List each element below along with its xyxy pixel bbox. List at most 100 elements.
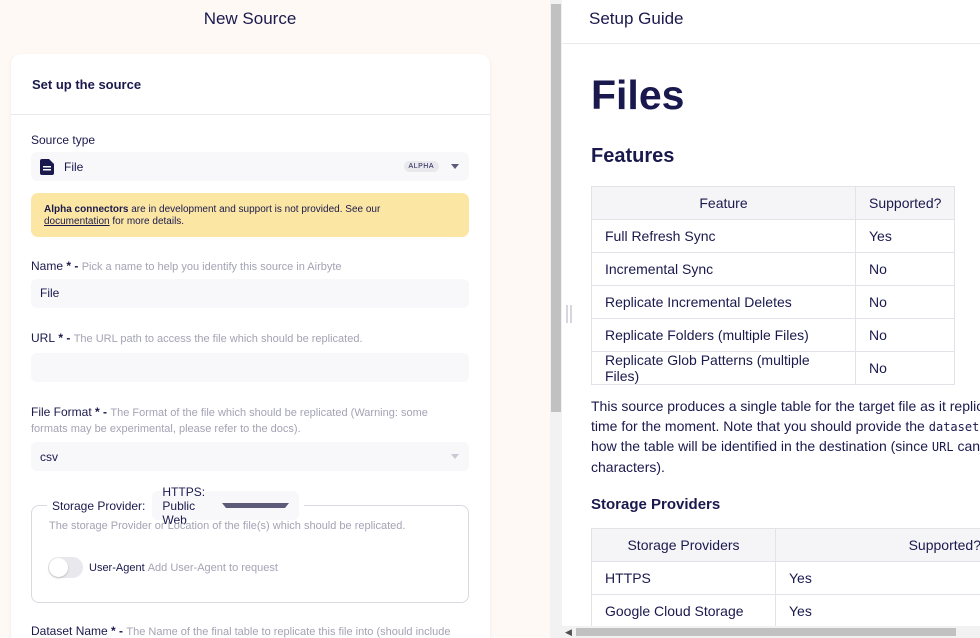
table-row: Full Refresh Sync Yes bbox=[591, 219, 956, 253]
table-cell: Google Cloud Storage bbox=[591, 594, 776, 628]
inline-code: URL bbox=[931, 440, 954, 454]
providers-table: Storage Providers Supported? HTTPS Yes Go… bbox=[591, 528, 980, 628]
warning-text: are in development and support is not pr… bbox=[128, 204, 381, 215]
url-input[interactable] bbox=[31, 353, 469, 382]
table-row: Google Cloud Storage Yes bbox=[591, 594, 980, 628]
chevron-down-icon bbox=[221, 503, 290, 508]
paragraph-line: time for the moment. Note that you shoul… bbox=[591, 417, 929, 434]
toggle-knob bbox=[49, 558, 68, 577]
user-agent-toggle[interactable] bbox=[48, 557, 83, 578]
table-cell: Yes bbox=[775, 594, 980, 628]
doc-heading: Files bbox=[591, 72, 685, 118]
storage-provider-group: Storage Provider: HTTPS: Public Web The … bbox=[31, 485, 469, 603]
left-scrollbar[interactable] bbox=[550, 0, 562, 638]
table-header: Feature bbox=[591, 186, 856, 220]
user-agent-row: User-Agent Add User-Agent to request bbox=[48, 557, 278, 578]
pane-resize-handle[interactable] bbox=[564, 305, 574, 325]
name-input[interactable]: File bbox=[31, 279, 469, 308]
setup-guide-title: Setup Guide bbox=[562, 0, 980, 44]
grip-line bbox=[566, 305, 568, 323]
table-cell: Incremental Sync bbox=[591, 252, 856, 286]
table-cell: Yes bbox=[775, 561, 980, 595]
features-table: Feature Supported? Full Refresh Sync Yes … bbox=[591, 186, 956, 385]
table-cell: Replicate Incremental Deletes bbox=[591, 285, 856, 319]
source-type-value: File bbox=[64, 159, 84, 174]
grip-line bbox=[570, 305, 572, 323]
table-cell: Full Refresh Sync bbox=[591, 219, 856, 253]
storage-provider-header: Storage Provider: HTTPS: Public Web bbox=[47, 485, 305, 527]
table-header: Supported? bbox=[854, 186, 956, 220]
table-row: HTTPS Yes bbox=[591, 561, 980, 595]
name-label-text: Name bbox=[31, 259, 64, 273]
table-header-row: Storage Providers Supported? bbox=[591, 528, 980, 562]
user-agent-hint: Add User-Agent to request bbox=[147, 561, 278, 574]
documentation-link[interactable]: documentation bbox=[44, 216, 110, 227]
table-cell: No bbox=[854, 318, 956, 352]
file-format-value: csv bbox=[40, 449, 58, 464]
guide-document: Files Features Feature Supported? Full R… bbox=[591, 44, 980, 628]
providers-heading: Storage Providers bbox=[591, 496, 721, 513]
url-label: URL * - The URL path to access the file … bbox=[31, 331, 469, 347]
table-row: Incremental Sync No bbox=[591, 252, 956, 286]
inline-code: dataset bbox=[928, 419, 980, 434]
file-format-label-text: File Format bbox=[31, 405, 92, 419]
table-row: Replicate Glob Patterns (multiple Files)… bbox=[591, 351, 956, 385]
description-paragraph: This source produces a single table for … bbox=[591, 397, 980, 477]
table-cell: Replicate Glob Patterns (multiple Files) bbox=[591, 351, 856, 385]
warning-bold: Alpha connectors bbox=[44, 204, 129, 215]
storage-provider-label: Storage Provider: bbox=[52, 498, 146, 513]
dataset-name-label: Dataset Name * - The Name of the final t… bbox=[31, 624, 451, 638]
table-row: Replicate Incremental Deletes No bbox=[591, 285, 956, 319]
user-agent-label: User-Agent bbox=[89, 561, 145, 574]
required-marker: * - bbox=[55, 331, 74, 345]
table-header: Supported? bbox=[775, 528, 980, 562]
paragraph-line: how the table will be identified in the … bbox=[591, 438, 932, 454]
table-cell: Replicate Folders (multiple Files) bbox=[591, 318, 856, 352]
table-header: Storage Providers bbox=[591, 528, 776, 562]
features-heading: Features bbox=[591, 145, 675, 167]
setup-guide-pane: Setup Guide Files Features Feature Suppo… bbox=[562, 0, 980, 638]
table-cell: Yes bbox=[854, 219, 956, 253]
form-body: Source type File ALPHA Alpha connectors … bbox=[11, 115, 490, 638]
url-field: URL * - The URL path to access the file … bbox=[31, 331, 469, 382]
chevron-down-icon bbox=[451, 454, 459, 459]
paragraph-line: can bbox=[953, 438, 980, 454]
dataset-name-label-text: Dataset Name bbox=[31, 624, 108, 638]
name-field: Name * - Pick a name to help you identif… bbox=[31, 259, 469, 308]
card-title: Set up the source bbox=[11, 54, 490, 115]
storage-provider-description: The storage Provider or Location of the … bbox=[49, 520, 406, 532]
table-cell: No bbox=[854, 252, 956, 286]
required-marker: * - bbox=[91, 405, 111, 419]
storage-provider-select[interactable]: HTTPS: Public Web bbox=[152, 485, 300, 527]
right-horizontal-scrollbar[interactable]: ◀ bbox=[562, 626, 980, 638]
scrollbar-thumb[interactable] bbox=[576, 628, 956, 636]
chevron-down-icon bbox=[451, 164, 459, 169]
page-title: New Source bbox=[203, 9, 297, 28]
file-format-field: File Format * - The Format of the file w… bbox=[31, 405, 469, 471]
table-cell: No bbox=[854, 285, 956, 319]
source-type-label: Source type bbox=[31, 133, 96, 147]
required-marker: * - bbox=[107, 624, 127, 638]
paragraph-line: This source produces a single table for … bbox=[591, 398, 980, 414]
warning-tail: for more details. bbox=[109, 216, 185, 227]
paragraph-line: characters). bbox=[591, 458, 665, 475]
name-hint: Pick a name to help you identify this so… bbox=[81, 261, 342, 273]
table-cell: No bbox=[854, 351, 956, 385]
table-row: Replicate Folders (multiple Files) No bbox=[591, 318, 956, 352]
alpha-warning: Alpha connectors are in development and … bbox=[31, 193, 469, 237]
dataset-name-field: Dataset Name * - The Name of the final t… bbox=[31, 624, 469, 638]
source-setup-card: Set up the source Source type File ALPHA… bbox=[11, 54, 490, 638]
file-format-select[interactable]: csv bbox=[31, 442, 469, 471]
table-cell: HTTPS bbox=[591, 561, 776, 595]
source-type-select[interactable]: File ALPHA bbox=[31, 152, 469, 181]
required-marker: * - bbox=[63, 259, 82, 273]
document-icon bbox=[40, 158, 54, 175]
url-hint: The URL path to access the file which sh… bbox=[73, 333, 363, 345]
table-header-row: Feature Supported? bbox=[591, 186, 956, 220]
scrollbar-thumb[interactable] bbox=[551, 4, 561, 412]
alpha-badge: ALPHA bbox=[403, 161, 439, 172]
file-format-label: File Format * - The Format of the file w… bbox=[31, 405, 451, 437]
new-source-pane: New Source Set up the source Source type… bbox=[0, 0, 550, 638]
scroll-left-icon[interactable]: ◀ bbox=[565, 627, 572, 638]
url-label-text: URL bbox=[31, 331, 56, 345]
